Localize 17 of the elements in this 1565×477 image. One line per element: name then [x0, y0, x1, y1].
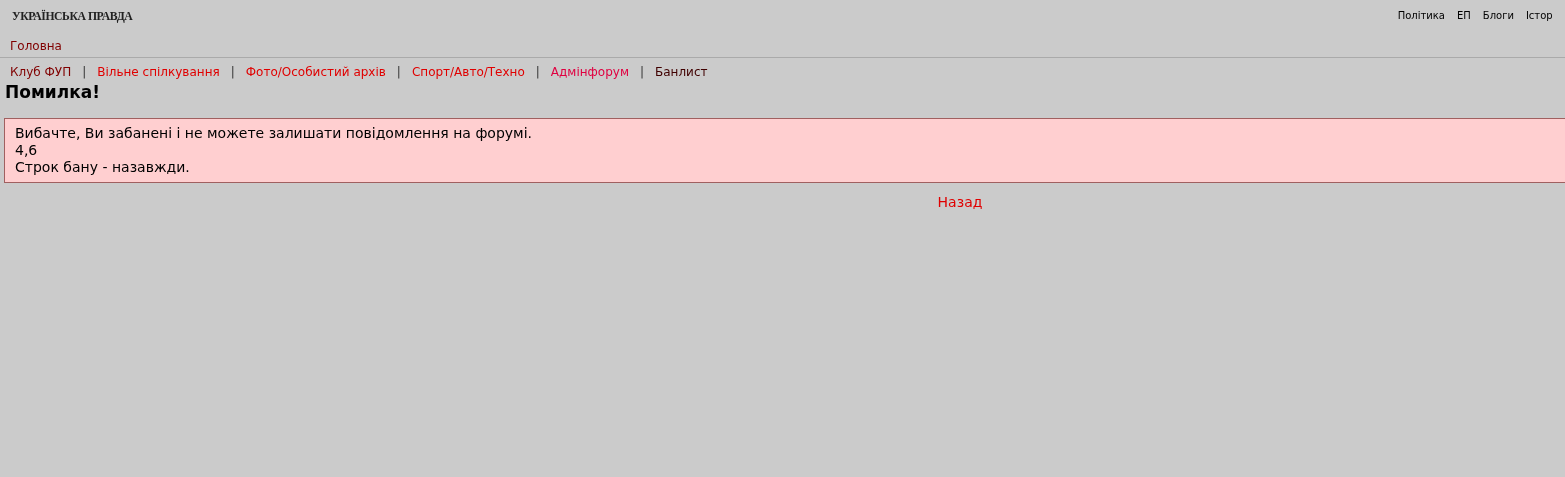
separator: | — [230, 63, 235, 81]
forum-link[interactable]: Банлист — [655, 62, 708, 81]
separator: | — [396, 63, 401, 81]
error-text: 4,6 — [15, 142, 39, 159]
separator: | — [639, 63, 644, 81]
error-heading: Помилка! — [5, 81, 101, 103]
home-link[interactable]: Головна — [10, 36, 62, 55]
separator: | — [82, 63, 87, 81]
top-nav-link[interactable]: ЕП — [1456, 8, 1471, 23]
error-text: Вибачте, Ви забанені і не можете залишати повідомлення на форумі. — [15, 125, 533, 142]
top-nav-link[interactable]: Політика — [1397, 8, 1445, 23]
forum-link[interactable]: Клуб ФУП — [10, 62, 72, 81]
error-text: Строк бану - назавжди. — [15, 159, 191, 176]
top-nav-link[interactable]: Блоги — [1482, 8, 1514, 23]
separator: | — [535, 63, 540, 81]
top-nav-link[interactable]: Істор — [1525, 8, 1553, 23]
site-logo[interactable]: УКРАЇНСЬКА ПРАВДА — [12, 6, 133, 26]
